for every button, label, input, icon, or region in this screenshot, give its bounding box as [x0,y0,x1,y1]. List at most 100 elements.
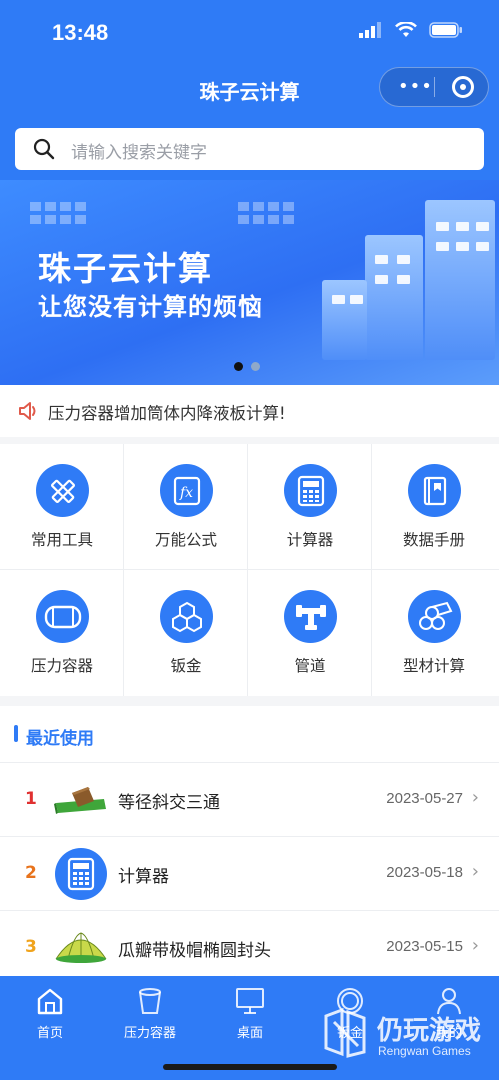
banner-building [365,235,423,360]
tool-label: 管道 [294,657,326,675]
tool-pipe[interactable]: 管道 [248,570,372,696]
tool-label: 型材计算 [402,657,465,675]
search-input[interactable]: 请输入搜索关键字 [15,128,484,170]
chevron-right-icon: › [471,787,479,808]
banner-subtitle: 让您没有计算的烦恼 [38,293,263,321]
carousel-dot-active[interactable] [234,362,243,371]
tool-profile-calc[interactable]: 型材计算 [372,570,499,696]
watermark-logo-icon [324,1008,366,1058]
search-area: 请输入搜索关键字 [0,118,499,180]
banner-window [436,222,449,231]
tool-sheet-metal[interactable]: 钣金 [124,570,248,696]
banner-window [397,275,410,284]
banner-decor-squares [30,202,86,224]
banner-window [332,295,345,304]
tee-pipe-icon [54,787,106,814]
tab-label: 首页 [36,1026,63,1041]
tab-desktop[interactable]: 桌面 [200,982,300,1042]
tab-label: 压力容器 [123,1026,176,1041]
carousel-dot[interactable] [251,362,260,371]
home-icon [37,988,63,1015]
tool-label: 数据手册 [402,531,465,549]
tool-label: 钣金 [170,657,202,675]
recent-date: 2023-05-27 [386,790,463,807]
tool-pressure-vessel[interactable]: 压力容器 [0,570,124,696]
status-time: 13:48 [52,20,109,45]
tab-home[interactable]: 首页 [0,982,100,1042]
mini-program-capsule: ••• [379,67,489,107]
recent-index: 3 [25,937,37,957]
notice-text: 压力容器增加筒体内降液板计算! [48,404,286,423]
tool-common-tools[interactable]: 常用工具 [0,444,124,570]
recent-item[interactable]: 3 瓜瓣带极帽椭圆封头 2023-05-15 › [0,910,499,985]
svg-text:fx: fx [179,485,193,501]
section-accent-bar [14,725,18,742]
cubes-icon [160,590,213,643]
banner-decor-squares [238,202,294,224]
status-bar: 13:48 [0,0,499,62]
recent-item[interactable]: 2 计算器 2023-05-18 › [0,836,499,911]
calculator-icon [55,848,107,900]
recent-index: 1 [25,789,37,809]
chevron-right-icon: › [471,935,479,956]
recent-name: 等径斜交三通 [118,793,220,813]
battery-icon [429,22,462,38]
nav-bar: 珠子云计算 ••• [0,62,499,118]
tool-formula[interactable]: fx 万能公式 [124,444,248,570]
watermark-subtitle: Rengwan Games [378,1044,471,1058]
search-icon [33,138,55,160]
banner-window [456,242,469,251]
banner-title: 珠子云计算 [38,249,213,288]
carousel-indicator [234,362,260,371]
banner-window [456,222,469,231]
formula-fx-icon: fx [160,464,213,517]
monitor-icon [236,988,264,1014]
banner-carousel[interactable]: 珠子云计算 让您没有计算的烦恼 [0,180,499,385]
recent-date: 2023-05-18 [386,864,463,881]
tool-label: 万能公式 [154,531,217,549]
tab-label: 桌面 [236,1026,263,1041]
recent-name: 瓜瓣带极帽椭圆封头 [118,941,271,961]
signal-icon [359,22,381,38]
banner-building [322,280,367,360]
banner-window [397,255,410,264]
recent-date: 2023-05-15 [386,938,463,955]
status-icons [359,22,463,38]
pencil-ruler-icon [36,464,89,517]
elliptical-head-icon [55,932,107,963]
pipe-bundle-icon [408,590,461,643]
banner-window [375,275,388,284]
book-icon [408,464,461,517]
tool-label: 计算器 [286,531,334,549]
tool-data-handbook[interactable]: 数据手册 [372,444,499,570]
calculator-icon [284,464,337,517]
home-indicator [163,1064,337,1070]
more-dots-icon[interactable]: ••• [398,76,433,97]
speaker-icon [19,402,36,420]
target-icon[interactable] [452,76,474,98]
banner-window [436,242,449,251]
banner-window [476,242,489,251]
recent-title: 最近使用 [26,729,94,749]
search-placeholder: 请输入搜索关键字 [71,143,207,163]
notice-bar[interactable]: 压力容器增加筒体内降液板计算! [0,385,499,437]
banner-window [476,222,489,231]
recent-item[interactable]: 1 等径斜交三通 2023-05-27 › [0,762,499,837]
tool-label: 压力容器 [30,657,93,675]
pipe-icon [284,590,337,643]
banner-window [375,255,388,264]
wifi-icon [395,22,417,37]
tool-grid: 常用工具 fx 万能公式 计算器 数据手册 压力容器 钣金 管道 型材计算 [0,444,499,696]
tab-pressure-vessel[interactable]: 压力容器 [100,982,200,1042]
capsule-divider [434,77,435,97]
tool-label: 常用工具 [30,531,93,549]
recent-name: 计算器 [118,867,169,887]
chevron-right-icon: › [471,861,479,882]
recent-index: 2 [25,863,37,883]
recent-section: 最近使用 1 等径斜交三通 2023-05-27 › 2 计算器 2023-05… [0,706,499,976]
banner-window [350,295,363,304]
watermark-title: 仍玩游戏 [377,1016,482,1046]
pressure-vessel-icon [36,590,89,643]
tool-calculator[interactable]: 计算器 [248,444,372,570]
bucket-icon [139,988,161,1014]
